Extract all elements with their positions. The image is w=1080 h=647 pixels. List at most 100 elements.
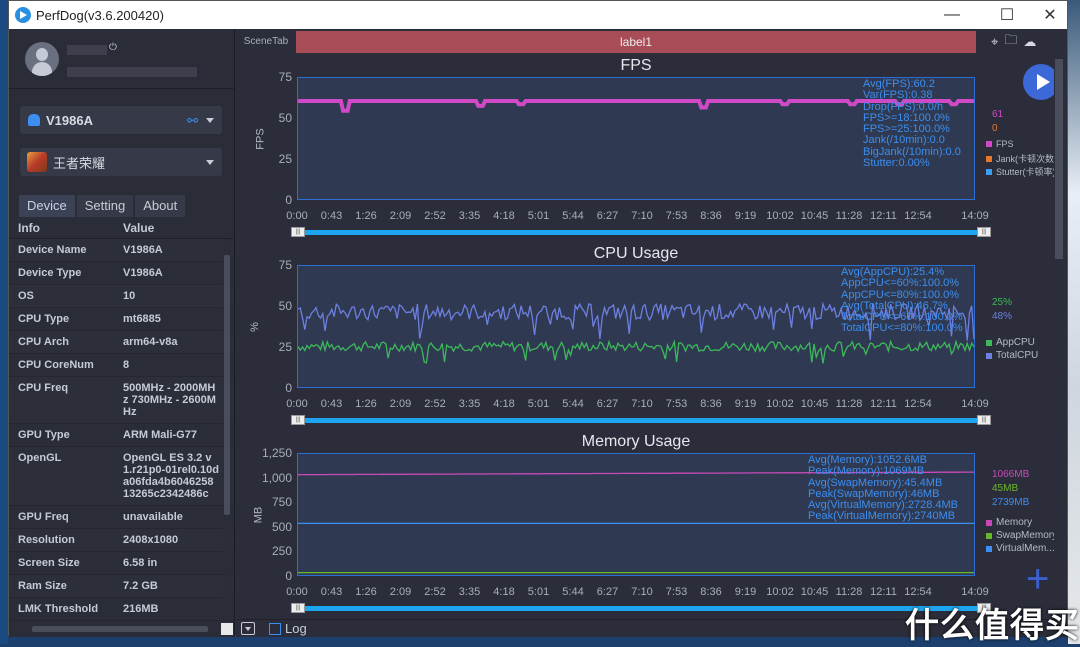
- table-row[interactable]: CPU Freq 500MHz - 2000MHz 730MHz - 2600MH…: [9, 377, 233, 424]
- slider-track[interactable]: [301, 418, 977, 423]
- collapse-button[interactable]: [241, 622, 255, 635]
- info-value: 10: [123, 290, 136, 302]
- time-range-slider[interactable]: ||| |||: [291, 227, 991, 237]
- table-header: Info Value: [9, 217, 233, 239]
- user-profile: ⏻: [9, 29, 234, 89]
- table-row[interactable]: OpenGL OpenGL ES 3.2 v1.r21p0-01rel0.10da…: [9, 447, 233, 506]
- y-tick-label: 50: [278, 111, 292, 125]
- table-row[interactable]: Resolution 2408x1080: [9, 529, 233, 552]
- legend-item[interactable]: Jank(卡顿次数): [986, 152, 1057, 165]
- info-horizontal-scrollbar[interactable]: [18, 624, 220, 634]
- folder-icon[interactable]: 🗀: [1004, 31, 1017, 53]
- tab-setting[interactable]: Setting: [76, 195, 134, 217]
- scrollbar-thumb[interactable]: [1055, 59, 1063, 259]
- info-value: 2408x1080: [123, 534, 179, 546]
- current-value: 0: [992, 123, 998, 134]
- cloud-icon[interactable]: ☁: [1023, 34, 1036, 50]
- info-key: Device Type: [18, 267, 82, 279]
- app-name: 王者荣耀: [53, 155, 106, 171]
- y-tick-label: 250: [271, 544, 292, 559]
- slider-start-handle[interactable]: |||: [291, 227, 305, 237]
- legend-label: VirtualMem...: [996, 543, 1055, 554]
- y-axis-label: %: [248, 321, 261, 332]
- y-tick-label: 75: [278, 258, 292, 272]
- slider-end-handle[interactable]: |||: [977, 415, 991, 425]
- y-tick-label: 500: [271, 519, 292, 534]
- info-key: CPU CoreNum: [18, 359, 94, 371]
- avatar[interactable]: [25, 42, 59, 76]
- info-key: Device Name: [18, 244, 87, 256]
- close-button[interactable]: ✕: [1027, 1, 1073, 29]
- tab-about[interactable]: About: [135, 195, 186, 217]
- table-row[interactable]: Device Name V1986A: [9, 239, 233, 262]
- slider-start-handle[interactable]: |||: [291, 415, 305, 425]
- scroll-corner: [221, 623, 233, 635]
- watermark-text: 什么值得买: [905, 607, 1080, 645]
- y-tick-label: 750: [271, 495, 292, 510]
- slider-end-handle[interactable]: |||: [977, 227, 991, 237]
- info-value: 216MB: [123, 603, 159, 615]
- time-range-slider[interactable]: ||| |||: [291, 603, 991, 613]
- legend-item[interactable]: Stutter(卡顿率): [986, 165, 1056, 178]
- table-row[interactable]: GPU Type ARM Mali-G77: [9, 424, 233, 447]
- info-key: CPU Freq: [18, 382, 69, 394]
- info-value: unavailable: [123, 511, 183, 523]
- table-row[interactable]: LMK Threshold 216MB: [9, 598, 233, 621]
- location-icon[interactable]: ⌖: [991, 34, 998, 50]
- perfdog-logo-icon: [15, 7, 31, 23]
- table-row[interactable]: Screen Size 6.58 in: [9, 552, 233, 575]
- maximize-button[interactable]: ☐: [984, 1, 1030, 29]
- table-row[interactable]: Device Type V1986A: [9, 262, 233, 285]
- table-row[interactable]: CPU Type mt6885: [9, 308, 233, 331]
- info-value: 7.2 GB: [123, 580, 158, 592]
- y-tick-label: 0: [285, 193, 292, 207]
- scrollbar-thumb[interactable]: [32, 626, 208, 632]
- table-row[interactable]: GPU Freq unavailable: [9, 506, 233, 529]
- slider-track[interactable]: [301, 230, 977, 235]
- info-key: GPU Type: [18, 429, 70, 441]
- table-row[interactable]: OS 10: [9, 285, 233, 308]
- legend-swatch: [986, 155, 992, 162]
- table-row[interactable]: Ram Size 7.2 GB: [9, 575, 233, 598]
- table-row[interactable]: CPU Arch arm64-v8a: [9, 331, 233, 354]
- stat-line: AppCPU<=60%:100.0%: [841, 277, 960, 290]
- slider-start-handle[interactable]: |||: [291, 603, 305, 613]
- power-icon[interactable]: ⏻: [109, 42, 117, 53]
- add-chart-button[interactable]: +: [1026, 559, 1049, 599]
- stat-line: TotalCPU<=80%:100.0%: [841, 322, 963, 335]
- slider-track[interactable]: [301, 606, 977, 611]
- legend-item[interactable]: SwapMemory: [986, 530, 1057, 541]
- legend-swatch: [986, 141, 992, 147]
- x-tick-label: 12:54: [904, 210, 932, 222]
- log-checkbox[interactable]: [269, 623, 281, 635]
- y-tick-label: 1,250: [261, 446, 292, 460]
- toolbar-icons: ⌖ 🗀 ☁: [991, 31, 1036, 53]
- info-value: 6.58 in: [123, 557, 158, 569]
- device-selector[interactable]: V1986A ⚯: [19, 105, 223, 135]
- legend-item[interactable]: TotalCPU: [986, 350, 1038, 361]
- scrollbar-thumb[interactable]: [224, 255, 230, 515]
- table-row[interactable]: CPU CoreNum 8: [9, 354, 233, 377]
- legend-swatch: [986, 339, 992, 346]
- usb-connection-icon: ⚯: [187, 113, 198, 128]
- legend-item[interactable]: VirtualMem...: [986, 543, 1055, 554]
- legend-label: Jank(卡顿次数): [996, 154, 1058, 164]
- username-redacted: [67, 45, 107, 55]
- tab-device[interactable]: Device: [19, 195, 75, 217]
- perfdog-window: PerfDog(v3.6.200420) — ☐ ✕ ⏻ V1986A ⚯ 王者…: [8, 0, 1068, 637]
- info-vertical-scrollbar[interactable]: [223, 239, 231, 617]
- stat-line: Peak(Memory):1069MB: [808, 465, 925, 478]
- minimize-button[interactable]: —: [929, 1, 975, 29]
- info-value: V1986A: [123, 244, 163, 256]
- legend-item[interactable]: AppCPU: [986, 337, 1035, 348]
- time-range-slider[interactable]: ||| |||: [291, 415, 991, 425]
- legend-item[interactable]: Memory: [986, 517, 1032, 528]
- main-vertical-scrollbar[interactable]: [1054, 59, 1064, 619]
- chart-title: FPS: [620, 57, 652, 74]
- legend-item[interactable]: FPS: [986, 139, 1014, 149]
- column-header-info: Info: [18, 221, 40, 235]
- app-selector[interactable]: 王者荣耀: [19, 147, 223, 177]
- table-body: Device Name V1986A Device Type V1986A OS 10 CP…: [9, 239, 233, 621]
- info-value: 500MHz - 2000MHz 730MHz - 2600MHz: [123, 382, 216, 418]
- scene-label-bar[interactable]: label1: [296, 31, 976, 53]
